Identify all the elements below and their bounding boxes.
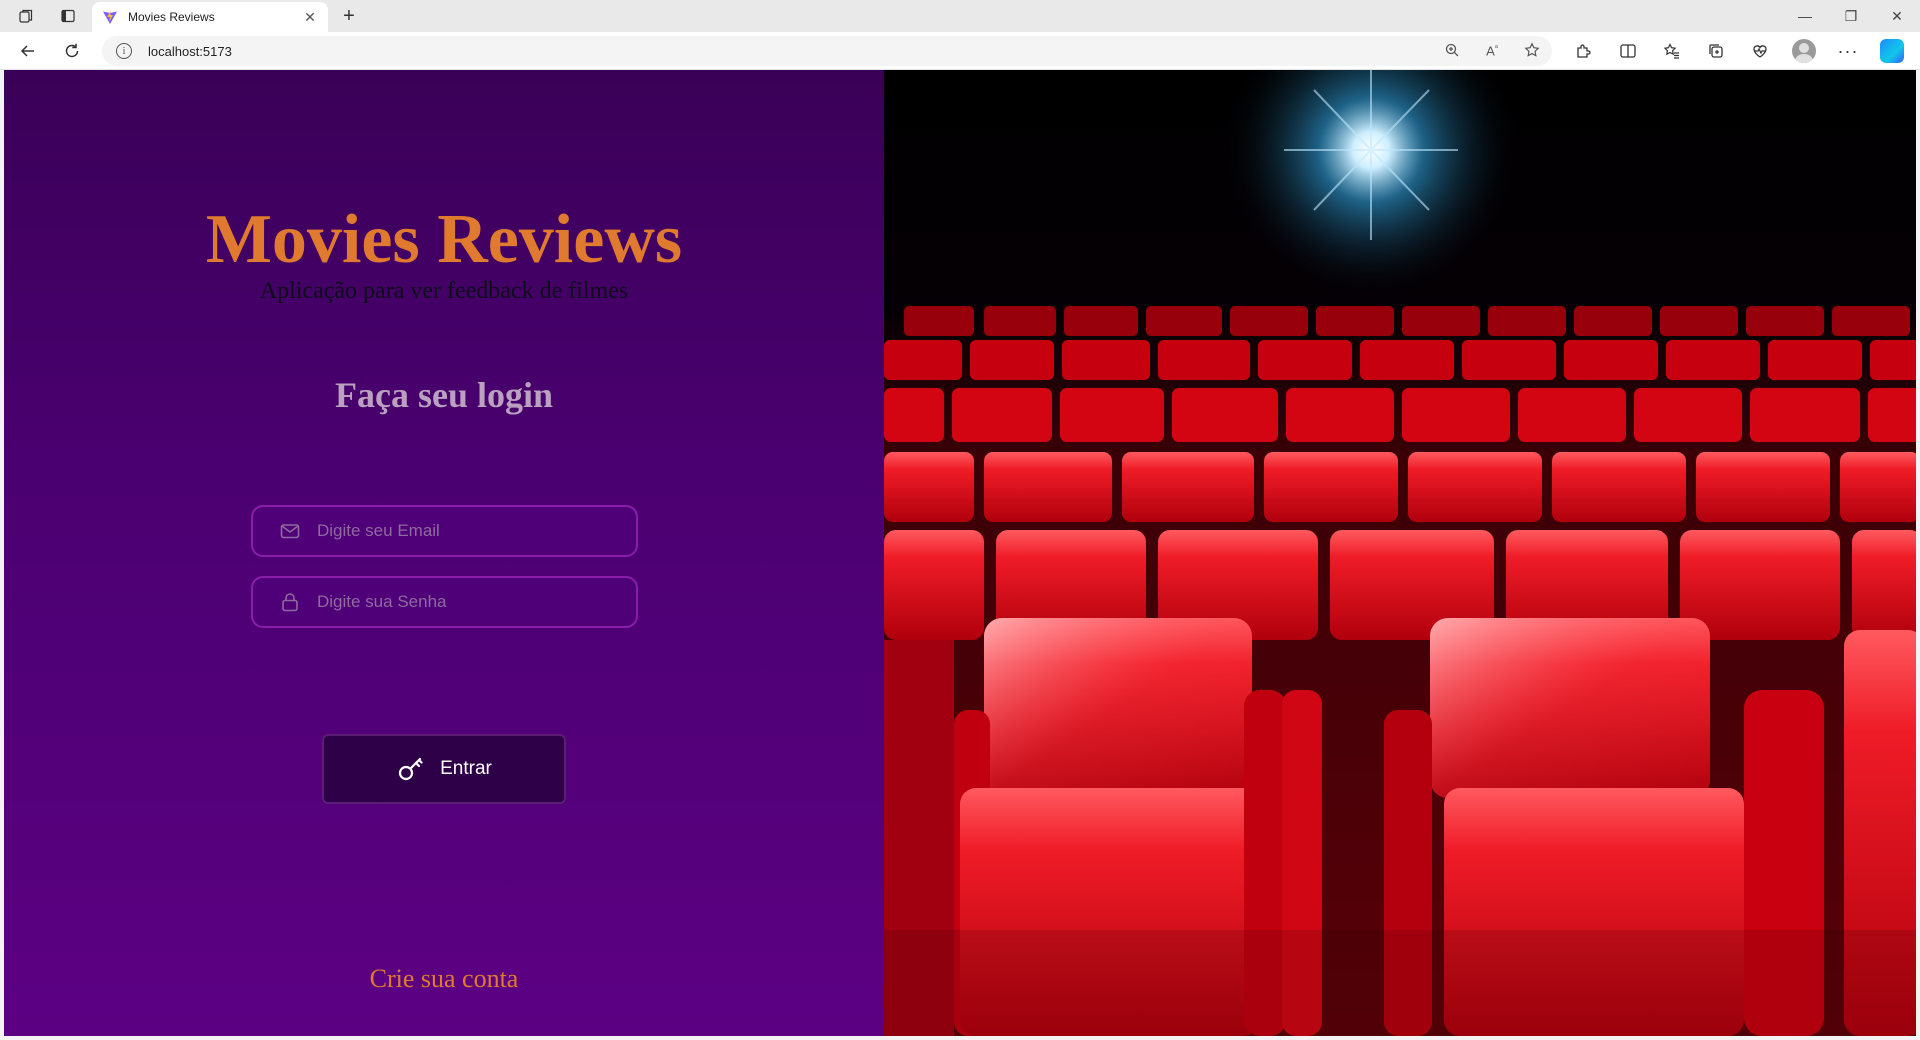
- refresh-icon[interactable]: [50, 32, 94, 70]
- vertical-tabs-icon[interactable]: [48, 0, 88, 32]
- ellipsis-icon[interactable]: ···: [1826, 32, 1870, 70]
- email-field[interactable]: [251, 505, 638, 557]
- read-aloud-icon[interactable]: Aᵃ: [1472, 43, 1512, 58]
- create-account-link[interactable]: Crie sua conta: [4, 964, 884, 994]
- cinema-seats-illustration: [884, 70, 1916, 1036]
- back-arrow-icon[interactable]: [6, 32, 50, 70]
- password-field[interactable]: [251, 576, 638, 628]
- address-bar[interactable]: i localhost:5173 Aᵃ: [102, 36, 1552, 66]
- avatar: [1792, 39, 1816, 63]
- cinema-image: [884, 70, 1916, 1036]
- vite-logo-icon: [102, 9, 118, 25]
- copilot-button[interactable]: [1870, 32, 1914, 70]
- address-url[interactable]: localhost:5173: [148, 44, 232, 59]
- close-icon[interactable]: ✕: [302, 9, 318, 26]
- app-title: Movies Reviews: [205, 201, 683, 278]
- copilot-icon: [1880, 39, 1904, 63]
- app-subtitle: Aplicação para ver feedback de filmes: [259, 278, 629, 304]
- close-window-button[interactable]: ✕: [1874, 0, 1920, 32]
- heart-pulse-icon[interactable]: [1738, 32, 1782, 70]
- password-input[interactable]: [317, 592, 617, 612]
- login-button[interactable]: Entrar: [322, 734, 566, 804]
- star-icon[interactable]: [1512, 41, 1552, 61]
- login-button-label: Entrar: [440, 758, 492, 779]
- plus-icon[interactable]: +: [336, 4, 362, 28]
- browser-tab[interactable]: Movies Reviews ✕: [92, 2, 328, 32]
- login-heading: Faça seu login: [334, 375, 553, 415]
- info-icon[interactable]: i: [116, 43, 132, 59]
- restore-button[interactable]: ❐: [1828, 0, 1874, 32]
- minimize-button[interactable]: —: [1782, 0, 1828, 32]
- zoom-icon[interactable]: [1432, 42, 1472, 61]
- lock-icon: [279, 591, 301, 613]
- browser-tab-bar: Movies Reviews ✕ + — ❐ ✕: [0, 0, 1920, 32]
- page-content: Movies Reviews Aplicação para ver feedba…: [4, 70, 1916, 1036]
- collections-icon[interactable]: [1694, 32, 1738, 70]
- tab-title: Movies Reviews: [128, 10, 215, 24]
- tab-actions-icon[interactable]: [6, 0, 46, 32]
- favorites-icon[interactable]: [1650, 32, 1694, 70]
- profile-button[interactable]: [1782, 32, 1826, 70]
- email-input[interactable]: [317, 521, 617, 541]
- puzzle-icon[interactable]: [1562, 32, 1606, 70]
- key-icon: [396, 754, 426, 784]
- split-screen-icon[interactable]: [1606, 32, 1650, 70]
- login-panel: Movies Reviews Aplicação para ver feedba…: [4, 70, 884, 1036]
- mail-icon: [279, 520, 301, 542]
- browser-navbar: i localhost:5173 Aᵃ ···: [0, 32, 1920, 70]
- window-controls: — ❐ ✕: [1782, 0, 1920, 32]
